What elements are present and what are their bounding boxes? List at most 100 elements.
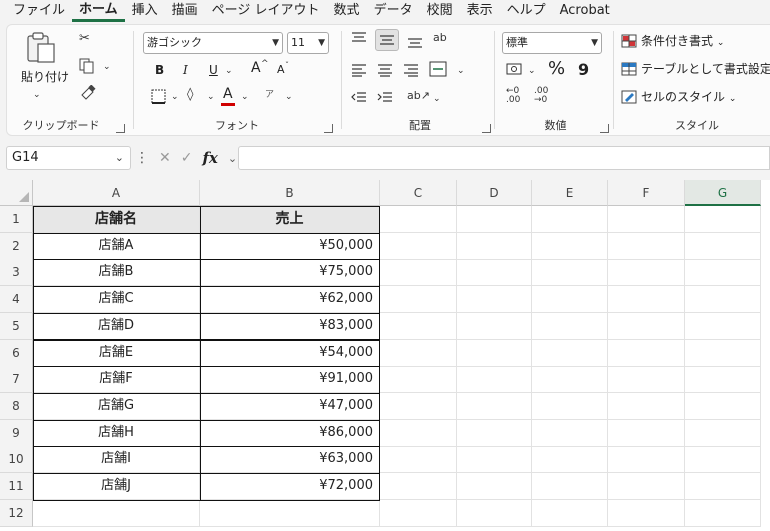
tab-5[interactable]: 数式 (327, 0, 367, 22)
cell-f7[interactable] (608, 366, 685, 394)
cell-d7[interactable] (457, 366, 532, 394)
cell-g3[interactable] (685, 259, 761, 287)
column-header-e[interactable]: E (532, 180, 608, 206)
cell-c2[interactable] (380, 232, 457, 260)
decrease-indent-icon[interactable] (351, 91, 367, 103)
cell-c6[interactable] (380, 339, 457, 367)
format-painter-icon[interactable] (79, 85, 97, 101)
insert-function-button[interactable]: fx (202, 149, 217, 167)
font-color-button[interactable]: A (223, 86, 233, 102)
accounting-format-icon[interactable] (506, 63, 524, 77)
cell-g7[interactable] (685, 366, 761, 394)
cell-b4[interactable]: ¥62,000 (200, 286, 380, 314)
align-right-icon[interactable] (403, 63, 419, 77)
cell-f4[interactable] (608, 286, 685, 314)
cell-c5[interactable] (380, 312, 457, 340)
align-bottom-icon[interactable] (407, 35, 423, 49)
phonetic-guide-icon[interactable]: ア (265, 87, 274, 103)
row-header[interactable]: 10 (0, 446, 33, 474)
cell-f6[interactable] (608, 339, 685, 367)
tab-3[interactable]: 描画 (165, 0, 205, 22)
cell-a1[interactable]: 店舗名 (33, 206, 200, 233)
increase-decimal-icon[interactable]: ←0.00 (506, 87, 520, 105)
accounting-dropdown-chevron-icon[interactable]: ⌄ (528, 63, 536, 79)
cell-f2[interactable] (608, 232, 685, 260)
cell-c10[interactable] (380, 446, 457, 474)
cell-f5[interactable] (608, 312, 685, 340)
copy-dropdown-chevron-icon[interactable]: ⌄ (103, 59, 111, 75)
cell-d6[interactable] (457, 339, 532, 367)
cell-d10[interactable] (457, 446, 532, 474)
cell-e8[interactable] (532, 392, 608, 420)
cell-a11[interactable]: 店舗J (33, 473, 200, 500)
cell-g1[interactable] (685, 206, 761, 233)
tab-4[interactable]: ページ レイアウト (205, 0, 327, 22)
cell-a4[interactable]: 店舗C (33, 286, 200, 314)
row-header[interactable]: 9 (0, 419, 33, 447)
cell-b10[interactable]: ¥63,000 (200, 446, 380, 474)
cell-c1[interactable] (380, 206, 457, 233)
select-all-button[interactable] (0, 180, 33, 206)
cell-g11[interactable] (685, 473, 761, 500)
formula-input[interactable] (238, 146, 770, 170)
cell-b3[interactable]: ¥75,000 (200, 259, 380, 287)
cell-b5[interactable]: ¥83,000 (200, 312, 380, 340)
cell-f10[interactable] (608, 446, 685, 474)
cell-e3[interactable] (532, 259, 608, 287)
alignment-dialog-launcher-icon[interactable] (482, 124, 491, 133)
conditional-formatting-button[interactable]: 条件付き書式 ⌄ (641, 33, 724, 51)
tab-8[interactable]: 表示 (460, 0, 500, 22)
tab-2[interactable]: 挿入 (125, 0, 165, 22)
cell-b2[interactable]: ¥50,000 (200, 232, 380, 260)
cell-styles-button[interactable]: セルのスタイル ⌄ (641, 89, 736, 107)
cell-e2[interactable] (532, 232, 608, 260)
cell-a8[interactable]: 店舗G (33, 392, 200, 420)
cell-f9[interactable] (608, 419, 685, 447)
cell-a9[interactable]: 店舗H (33, 419, 200, 447)
row-header[interactable]: 7 (0, 366, 33, 394)
copy-icon[interactable] (79, 58, 95, 74)
cell-e5[interactable] (532, 312, 608, 340)
fill-color-dropdown-chevron-icon[interactable]: ⌄ (207, 89, 215, 105)
column-header-b[interactable]: B (200, 180, 380, 206)
bold-button[interactable]: B (155, 62, 164, 78)
cell-c12[interactable] (380, 499, 457, 527)
merge-dropdown-chevron-icon[interactable]: ⌄ (457, 63, 465, 79)
cell-d3[interactable] (457, 259, 532, 287)
percent-style-button[interactable]: % (548, 59, 565, 79)
shrink-font-button[interactable]: A (277, 62, 285, 78)
cell-a10[interactable]: 店舗I (33, 446, 200, 474)
cell-g6[interactable] (685, 339, 761, 367)
column-header-f[interactable]: F (608, 180, 685, 206)
font-size-select[interactable]: 11 ▼ (287, 32, 329, 54)
cell-a7[interactable]: 店舗F (33, 366, 200, 394)
cell-d12[interactable] (457, 499, 532, 527)
cell-c3[interactable] (380, 259, 457, 287)
cell-f1[interactable] (608, 206, 685, 233)
row-header[interactable]: 4 (0, 286, 33, 314)
orientation-icon[interactable]: ab↗ (407, 88, 430, 104)
tab-0[interactable]: ファイル (6, 0, 72, 22)
cell-c7[interactable] (380, 366, 457, 394)
align-center-icon[interactable] (377, 63, 393, 77)
row-header[interactable]: 3 (0, 259, 33, 287)
format-as-table-button[interactable]: テーブルとして書式設定 (641, 61, 770, 77)
cell-d5[interactable] (457, 312, 532, 340)
cell-g9[interactable] (685, 419, 761, 447)
column-header-a[interactable]: A (33, 180, 200, 206)
enter-icon[interactable]: ✓ (181, 150, 193, 166)
underline-dropdown-chevron-icon[interactable]: ⌄ (225, 63, 233, 79)
number-dialog-launcher-icon[interactable] (600, 124, 609, 133)
chevron-down-icon[interactable]: ⌄ (115, 147, 124, 169)
wrap-text-icon[interactable]: ab (433, 30, 447, 46)
cell-e11[interactable] (532, 473, 608, 500)
cell-e9[interactable] (532, 419, 608, 447)
cell-a2[interactable]: 店舗A (33, 232, 200, 260)
cell-e4[interactable] (532, 286, 608, 314)
tab-9[interactable]: ヘルプ (500, 0, 553, 22)
column-header-c[interactable]: C (380, 180, 457, 206)
cell-g10[interactable] (685, 446, 761, 474)
italic-button[interactable]: I (183, 62, 188, 78)
cell-a3[interactable]: 店舗B (33, 259, 200, 287)
cell-e1[interactable] (532, 206, 608, 233)
